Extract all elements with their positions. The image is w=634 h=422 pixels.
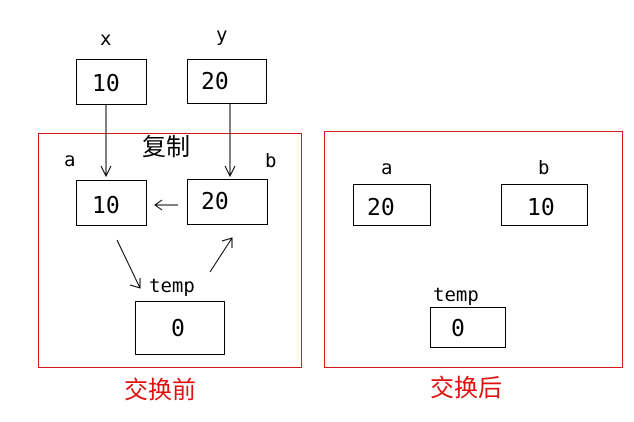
arrow-a-to-temp [116,239,141,289]
arrow-temp-to-b [209,237,233,273]
arrows-layer [100,104,236,289]
arrowhead-a-to-temp [129,278,141,289]
